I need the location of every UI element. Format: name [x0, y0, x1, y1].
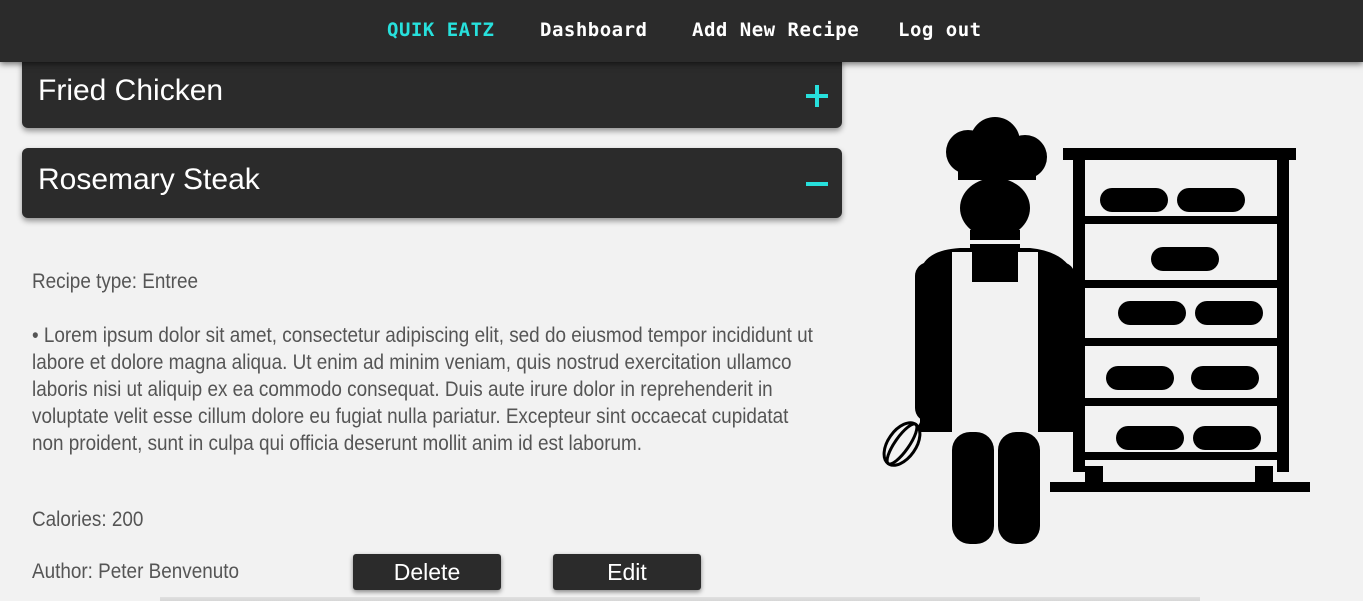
recipe-author: Author: Peter Benvenuto	[32, 560, 239, 583]
brand-link[interactable]: QUIK EATZ	[387, 19, 494, 41]
recipe-calories: Calories: 200	[32, 508, 144, 531]
recipe-title: Fried Chicken	[38, 74, 224, 107]
top-navbar: QUIK EATZ Dashboard Add New Recipe Log o…	[0, 0, 1363, 62]
recipe-card-fried-chicken[interactable]: Fried Chicken	[22, 58, 842, 128]
nav-logout-link[interactable]: Log out	[898, 19, 982, 41]
baker-with-bread-rack-icon	[882, 117, 1310, 544]
nav-dashboard-link[interactable]: Dashboard	[540, 19, 647, 41]
edit-button[interactable]: Edit	[553, 554, 701, 590]
recipe-type: Recipe type: Entree	[32, 270, 198, 293]
delete-button[interactable]: Delete	[353, 554, 501, 590]
recipe-title: Rosemary Steak	[38, 163, 260, 196]
minus-icon[interactable]	[806, 173, 828, 195]
recipe-description: • Lorem ipsum dolor sit amet, consectetu…	[32, 324, 813, 455]
nav-add-recipe-link[interactable]: Add New Recipe	[692, 19, 859, 41]
recipe-card-rosemary-steak[interactable]: Rosemary Steak	[22, 148, 842, 218]
page-bottom-edge	[160, 597, 1200, 601]
plus-icon[interactable]	[806, 85, 828, 107]
